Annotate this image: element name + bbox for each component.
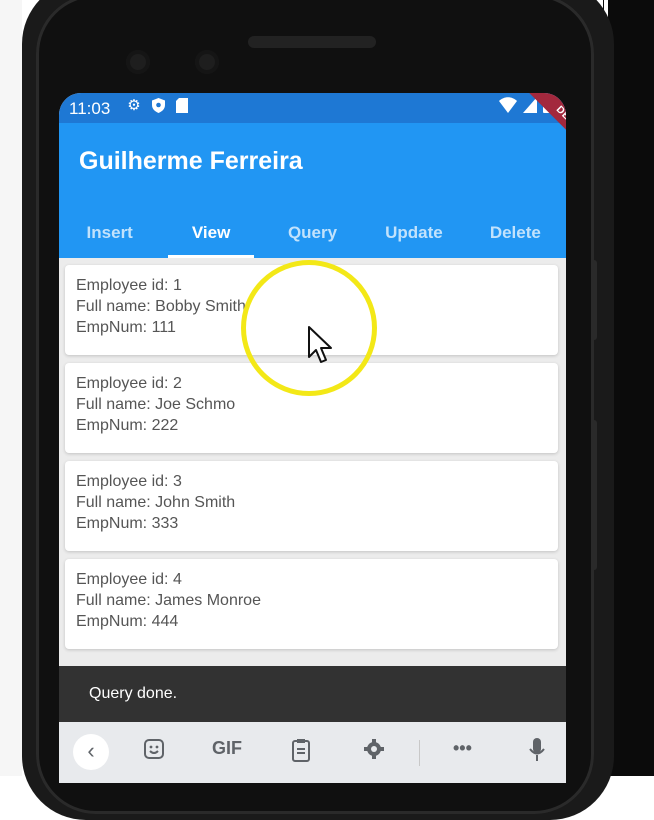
snackbar: Query done. [59, 666, 566, 722]
gif-button[interactable]: GIF [212, 738, 242, 759]
employee-num: EmpNum: 111 [76, 319, 176, 336]
tab-bar: Insert View Query Update Delete [59, 208, 566, 258]
employee-name: Full name: James Monroe [76, 592, 261, 609]
video-left-border [0, 0, 22, 776]
phone-side-button [591, 260, 597, 340]
phone-volume-button [591, 420, 597, 570]
employee-num: EmpNum: 222 [76, 417, 179, 434]
tab-delete[interactable]: Delete [465, 208, 566, 258]
employee-num: EmpNum: 444 [76, 613, 179, 630]
snackbar-message: Query done. [89, 685, 178, 702]
keyboard-toolbar: ‹ GIF ••• [59, 722, 566, 783]
sensor-icon [195, 50, 219, 74]
phone-screen: 11:03 ⚙ Guilherme Ferreira Insert View Q… [59, 93, 566, 783]
back-icon[interactable]: ‹ [73, 734, 109, 770]
tab-view[interactable]: View [160, 208, 261, 258]
signal-icon [523, 97, 537, 118]
phone-speaker [248, 36, 376, 48]
tab-insert[interactable]: Insert [59, 208, 160, 258]
tab-query[interactable]: Query [262, 208, 363, 258]
employee-id: Employee id: 2 [76, 375, 182, 392]
employee-id: Employee id: 4 [76, 571, 182, 588]
app-bar: Guilherme Ferreira Insert View Query Upd… [59, 123, 566, 258]
page-title: Guilherme Ferreira [79, 147, 303, 175]
employee-id: Employee id: 1 [76, 277, 182, 294]
employee-id: Employee id: 3 [76, 473, 182, 490]
status-time: 11:03 [69, 99, 111, 118]
employee-name: Full name: John Smith [76, 494, 236, 511]
employee-num: EmpNum: 333 [76, 515, 179, 532]
status-bar: 11:03 ⚙ [59, 93, 566, 123]
sticker-icon[interactable] [143, 738, 165, 765]
mic-icon[interactable] [529, 738, 545, 767]
sd-card-icon [175, 98, 189, 114]
employee-name: Full name: Bobby Smith [76, 298, 246, 315]
gear-icon: ⚙ [127, 97, 141, 114]
employee-card[interactable]: Employee id: 4 Full name: James Monroe E… [65, 559, 558, 649]
tab-update[interactable]: Update [363, 208, 464, 258]
front-camera-icon [126, 50, 150, 74]
mouse-cursor-icon [307, 325, 333, 370]
wifi-icon [499, 97, 517, 118]
settings-icon[interactable] [363, 738, 385, 765]
employee-card[interactable]: Employee id: 3 Full name: John Smith Emp… [65, 461, 558, 551]
status-left-icons: ⚙ [127, 98, 189, 114]
shield-icon [151, 98, 165, 114]
employee-name: Full name: Joe Schmo [76, 396, 236, 413]
clipboard-icon[interactable] [291, 738, 311, 767]
toolbar-divider [419, 740, 420, 766]
more-icon[interactable]: ••• [453, 738, 472, 759]
